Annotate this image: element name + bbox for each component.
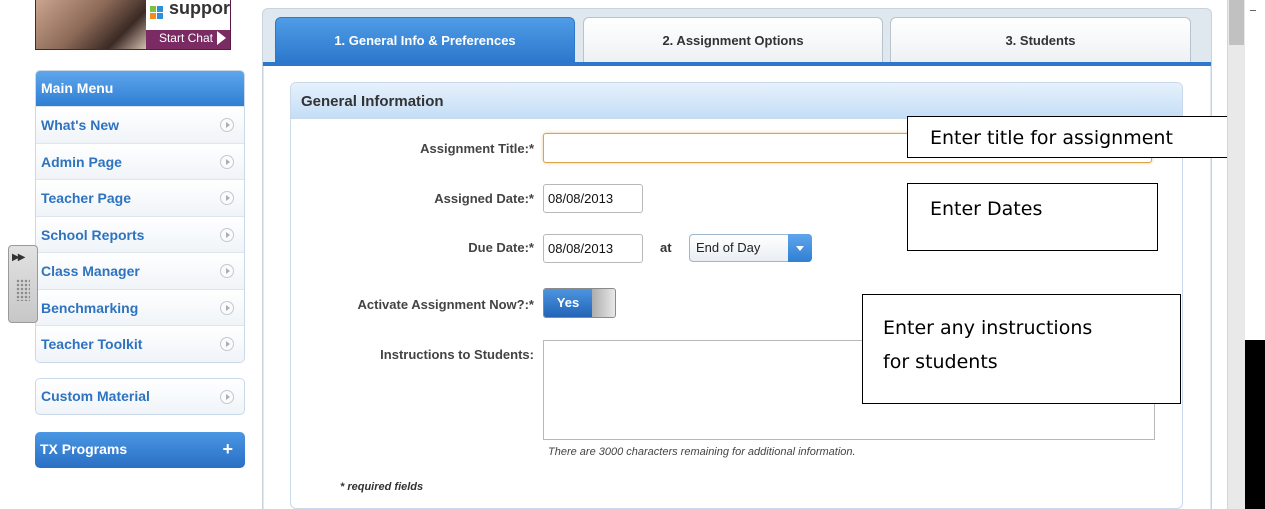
tab-students[interactable]: 3. Students — [890, 17, 1191, 62]
plus-icon: + — [222, 439, 233, 459]
support-logo-text: support — [169, 0, 231, 18]
scrollbar-thumb[interactable] — [1229, 0, 1244, 45]
activate-toggle[interactable]: Yes — [543, 288, 616, 318]
support-logo-icon — [150, 6, 164, 20]
support-banner[interactable]: support Start Chat — [35, 0, 231, 50]
menu-item-teacher-page[interactable]: Teacher Page — [36, 179, 244, 216]
scrollbar-track[interactable] — [1227, 0, 1245, 509]
due-date-label: Due Date:* — [468, 240, 534, 255]
chevron-right-icon — [220, 118, 234, 132]
menu-item-school-reports[interactable]: School Reports — [36, 215, 244, 252]
activate-label: Activate Assignment Now?:* — [357, 297, 535, 312]
support-agent-photo — [36, 0, 146, 49]
custom-material-label: Custom Material — [41, 388, 150, 404]
tab-assignment-options[interactable]: 2. Assignment Options — [583, 17, 883, 62]
at-label: at — [660, 240, 672, 255]
instructions-label: Instructions to Students: — [380, 347, 534, 362]
menu-item-admin-page[interactable]: Admin Page — [36, 142, 244, 179]
menu-item-label: What's New — [41, 117, 120, 133]
menu-item-label: Benchmarking — [41, 299, 139, 316]
callout-title: Enter title for assignment — [907, 116, 1265, 158]
chevron-right-icon — [220, 337, 234, 351]
due-time-value: End of Day — [696, 240, 761, 255]
start-chat-label: Start Chat — [158, 31, 213, 45]
chevron-right-icon — [220, 191, 234, 205]
menu-item-teacher-toolkit[interactable]: Teacher Toolkit — [36, 325, 244, 362]
chevron-right-icon — [220, 154, 234, 169]
grip-icon — [16, 279, 30, 301]
callout-instructions-line-2: for students — [883, 351, 998, 373]
required-fields-note: * required fields — [340, 481, 424, 493]
menu-item-label: School Reports — [41, 226, 145, 243]
chevron-right-icon — [220, 264, 234, 278]
due-date-input[interactable]: 08/08/2013 — [543, 234, 643, 263]
assigned-date-input[interactable]: 08/08/2013 — [543, 184, 643, 213]
start-chat-button[interactable]: Start Chat — [159, 31, 226, 45]
menu-item-label: Teacher Toolkit — [41, 336, 143, 352]
tx-programs-item[interactable]: TX Programs + — [35, 432, 245, 468]
menu-item-label: Class Manager — [41, 263, 140, 279]
due-time-select[interactable]: End of Day — [689, 234, 812, 262]
tx-programs-label: TX Programs — [40, 441, 128, 457]
menu-item-class-manager[interactable]: Class Manager — [36, 252, 244, 289]
activate-toggle-value: Yes — [544, 289, 592, 317]
menu-item-label: Teacher Page — [41, 190, 132, 206]
callout-dates: Enter Dates — [907, 183, 1158, 251]
tab-general-info[interactable]: 1. General Info & Preferences — [275, 17, 575, 62]
menu-item-benchmarking[interactable]: Benchmarking — [36, 288, 244, 325]
chevron-down-icon[interactable] — [788, 234, 812, 262]
chevron-right-icon — [220, 300, 234, 315]
characters-remaining: There are 3000 characters remaining for … — [548, 446, 856, 458]
main-menu-title: Main Menu — [36, 71, 244, 106]
chevron-right-icon — [220, 227, 234, 242]
custom-material-item[interactable]: Custom Material — [35, 378, 245, 415]
assigned-date-label: Assigned Date:* — [434, 191, 534, 206]
section-title: General Information — [291, 83, 1182, 119]
window-edge-top — [1245, 0, 1265, 340]
menu-item-whats-new[interactable]: What's New — [36, 106, 244, 143]
chevron-right-icon — [220, 390, 234, 404]
sidebar-toggle-handle[interactable]: ▶▶ — [8, 245, 38, 323]
assignment-title-label: Assignment Title:* — [420, 141, 534, 156]
edge-tick — [1250, 10, 1256, 11]
callout-instructions-line-1: Enter any instructions — [883, 317, 1093, 339]
main-menu: Main Menu What's New Admin Page Teacher … — [35, 70, 245, 363]
double-arrow-icon: ▶▶ — [12, 252, 25, 263]
menu-item-label: Admin Page — [41, 153, 122, 170]
play-arrow-icon — [217, 31, 226, 45]
callout-instructions: Enter any instructions for students — [862, 294, 1181, 404]
